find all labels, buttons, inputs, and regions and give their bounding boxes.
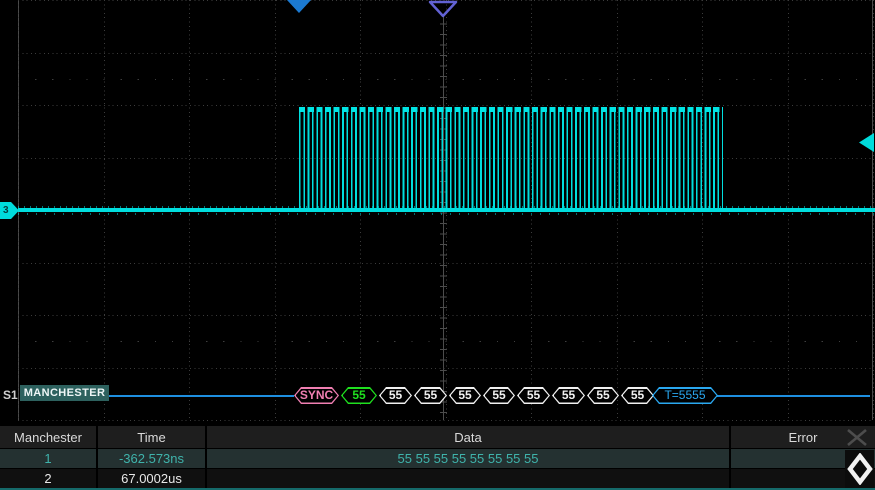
channel-offset-marker-icon[interactable]: 3 [0,202,19,219]
decode-bubble-label: 55 [552,387,585,404]
decode-bubble-data: 55 [517,387,550,404]
table-row[interactable]: 267.0002us [0,468,875,488]
decode-bubble-tail: T=5555 [652,387,718,404]
decode-bubble-label: 55 [379,387,412,404]
decode-bubble-label: 55 [414,387,447,404]
decode-bubble-data: 55 [552,387,585,404]
decode-bubble-label: 55 [341,387,377,404]
decode-bubble-first: 55 [341,387,377,404]
decode-results-table: Manchester Time Data Error 1-362.573ns55… [0,426,875,490]
column-header-data: Data [207,426,731,448]
decode-bubble-label: 55 [517,387,550,404]
close-icon[interactable] [845,428,869,447]
decode-bubble-data: 55 [414,387,447,404]
decode-bus-line-left [109,395,294,397]
decode-bubble-data: 55 [379,387,412,404]
decode-bus-line-right [717,395,870,397]
decode-protocol-label[interactable]: MANCHESTER [20,385,109,401]
decode-bubble-label: T=5555 [652,387,718,404]
column-header-manchester: Manchester [0,426,98,448]
table-body: 1-362.573ns55 55 55 55 55 55 55 55267.00… [0,448,875,488]
table-header-row: Manchester Time Data Error [0,426,875,448]
cell-time: 67.0002us [98,469,207,488]
minor-tick-row [18,341,873,342]
cell-data [207,469,731,488]
table-row[interactable]: 1-362.573ns55 55 55 55 55 55 55 55 [0,448,875,468]
decode-bubble-label: 55 [621,387,654,404]
minor-tick-row [18,79,873,80]
cell-time: -362.573ns [98,449,207,468]
cell-data: 55 55 55 55 55 55 55 55 [207,449,731,468]
decode-bubble-sync: SYNC [294,387,339,404]
trace-burst [299,107,723,211]
column-header-time: Time [98,426,207,448]
cell-manchester: 2 [0,469,98,488]
cell-manchester: 1 [0,449,98,468]
navigate-diamond-icon[interactable] [845,450,874,488]
decode-source-label: S1 [3,388,18,402]
decode-bubble-data: 55 [621,387,654,404]
gridline-h [18,420,873,421]
decode-bubble-label: SYNC [294,387,339,404]
trigger-delay-marker-icon[interactable] [428,0,458,23]
trace-burst-top [299,107,723,112]
oscilloscope-screen: 3 S1 MANCHESTER SYNC555555555555555555T=… [0,0,875,490]
